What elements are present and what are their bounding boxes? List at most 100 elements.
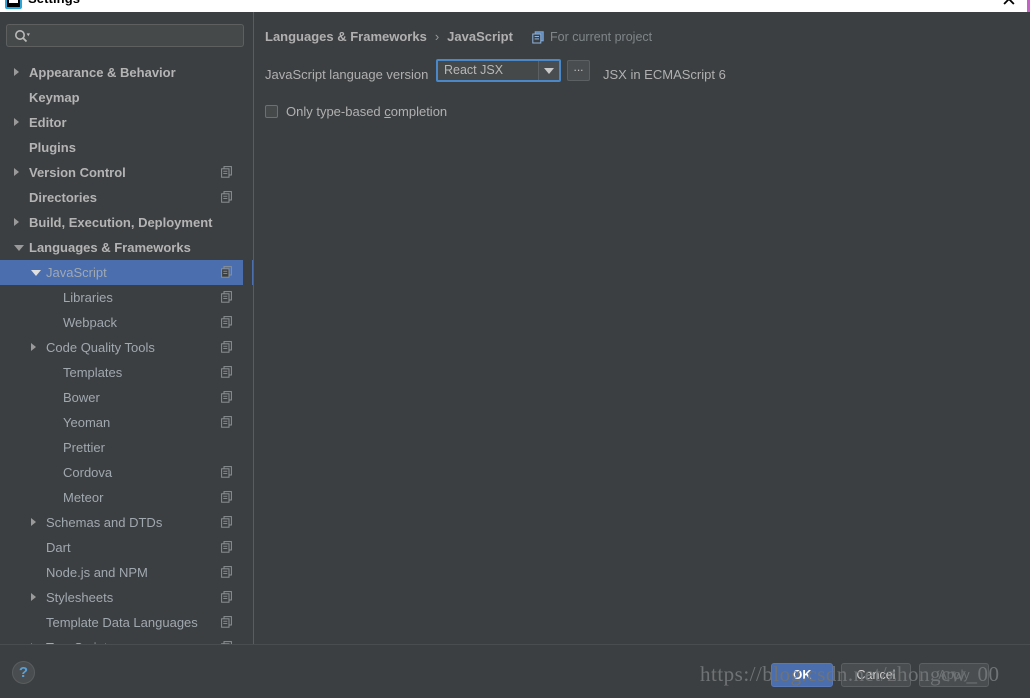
chevron-right-icon[interactable]	[14, 118, 19, 126]
sidebar-item-code-quality-tools[interactable]: Code Quality Tools	[0, 335, 253, 360]
chevron-right-icon[interactable]	[31, 593, 36, 601]
sidebar-item-build-execution-deployment[interactable]: Build, Execution, Deployment	[0, 210, 253, 235]
copy-scope-icon	[221, 566, 232, 578]
sidebar-item-directories[interactable]: Directories	[0, 185, 253, 210]
help-button[interactable]: ?	[12, 661, 35, 684]
chevron-down-icon[interactable]	[14, 245, 24, 251]
checkbox-label-pre: Only type-based	[286, 104, 385, 119]
copy-scope-icon	[532, 30, 544, 43]
sidebar-item-label: Editor	[29, 115, 67, 130]
browse-button[interactable]: ...	[567, 60, 590, 81]
search-box[interactable]	[6, 24, 244, 47]
sidebar-item-node-js-and-npm[interactable]: Node.js and NPM	[0, 560, 253, 585]
sidebar-item-prettier[interactable]: Prettier	[0, 435, 253, 460]
chevron-right-icon[interactable]	[31, 518, 36, 526]
copy-scope-icon	[221, 591, 232, 603]
sidebar-item-label: Prettier	[63, 440, 105, 455]
language-version-value: React JSX	[444, 63, 504, 77]
sidebar-item-appearance-behavior[interactable]: Appearance & Behavior	[0, 60, 253, 85]
settings-sidebar: Appearance & Behavior Keymap Editor Plugins…	[0, 12, 253, 644]
settings-dialog: Settings ✕ Appearance & Behavior Keymap Ed…	[0, 0, 1030, 698]
sidebar-item-label: Languages & Frameworks	[29, 240, 191, 255]
copy-scope-icon	[221, 616, 232, 628]
window-title: Settings	[28, 0, 80, 6]
sidebar-item-editor[interactable]: Editor	[0, 110, 253, 135]
search-icon	[15, 30, 30, 43]
chevron-down-icon[interactable]	[538, 61, 559, 80]
copy-scope-icon	[221, 366, 232, 378]
sidebar-item-bower[interactable]: Bower	[0, 385, 253, 410]
language-version-hint: JSX in ECMAScript 6	[603, 67, 726, 82]
sidebar-item-version-control[interactable]: Version Control	[0, 160, 253, 185]
sidebar-item-label: Version Control	[29, 165, 126, 180]
chevron-right-icon[interactable]	[14, 218, 19, 226]
sidebar-item-label: Node.js and NPM	[46, 565, 148, 580]
checkbox-label-post: ompletion	[390, 104, 448, 119]
copy-scope-icon	[221, 191, 232, 203]
watermark: https://blog.csdn.net/zhongcw_00	[700, 662, 1000, 686]
copy-scope-icon	[221, 541, 232, 553]
sidebar-item-label: Cordova	[63, 465, 113, 480]
settings-content: Languages & Frameworks › JavaScript For …	[254, 12, 1030, 644]
sidebar-item-javascript[interactable]: JavaScript	[0, 260, 253, 285]
sidebar-item-meteor[interactable]: Meteor	[0, 485, 253, 510]
sidebar-item-webpack[interactable]: Webpack	[0, 310, 253, 335]
chevron-right-icon[interactable]	[14, 68, 19, 76]
sidebar-item-dart[interactable]: Dart	[0, 535, 253, 560]
breadcrumb-current: JavaScript	[447, 29, 513, 44]
copy-scope-icon	[221, 416, 232, 428]
sidebar-item-typescript[interactable]: TypeScript	[0, 635, 253, 644]
sidebar-item-label: Appearance & Behavior	[29, 65, 176, 80]
sidebar-item-keymap[interactable]: Keymap	[0, 85, 253, 110]
copy-scope-icon	[221, 341, 232, 353]
copy-scope-icon	[221, 316, 232, 328]
breadcrumb-separator: ›	[434, 29, 440, 44]
breadcrumb: Languages & Frameworks › JavaScript	[265, 29, 513, 44]
only-type-based-completion-row[interactable]: Only type-based completion	[265, 104, 447, 119]
sidebar-item-templates[interactable]: Templates	[0, 360, 253, 385]
sidebar-item-template-data-languages[interactable]: Template Data Languages	[0, 610, 253, 635]
copy-scope-icon	[221, 466, 232, 478]
sidebar-item-label: Dart	[46, 540, 71, 555]
copy-scope-icon	[221, 516, 232, 528]
sidebar-scrollbar-track[interactable]	[243, 58, 252, 643]
only-type-based-completion-checkbox[interactable]	[265, 105, 278, 118]
sidebar-item-label: Templates	[63, 365, 123, 380]
sidebar-item-label: Schemas and DTDs	[46, 515, 163, 530]
project-scope-label: For current project	[550, 30, 653, 44]
copy-scope-icon	[221, 391, 232, 403]
settings-tree: Appearance & Behavior Keymap Editor Plugins…	[0, 60, 253, 644]
copy-scope-icon	[221, 291, 232, 303]
sidebar-item-plugins[interactable]: Plugins	[0, 135, 253, 160]
sidebar-item-schemas-and-dtds[interactable]: Schemas and DTDs	[0, 510, 253, 535]
sidebar-item-label: Webpack	[63, 315, 117, 330]
sidebar-item-libraries[interactable]: Libraries	[0, 285, 253, 310]
only-type-based-completion-label: Only type-based completion	[286, 104, 447, 119]
chevron-right-icon[interactable]	[14, 168, 19, 176]
sidebar-item-label: Stylesheets	[46, 590, 114, 605]
sidebar-item-label: Plugins	[29, 140, 76, 155]
sidebar-item-languages-frameworks[interactable]: Languages & Frameworks	[0, 235, 253, 260]
sidebar-item-yeoman[interactable]: Yeoman	[0, 410, 253, 435]
language-version-combobox[interactable]: React JSX	[436, 59, 561, 82]
settings-app-icon	[5, 0, 22, 9]
sidebar-item-cordova[interactable]: Cordova	[0, 460, 253, 485]
copy-scope-icon	[221, 266, 232, 278]
sidebar-item-label: Directories	[29, 190, 97, 205]
search-input[interactable]	[35, 25, 239, 46]
sidebar-item-label: TypeScript	[46, 635, 107, 644]
breadcrumb-parent[interactable]: Languages & Frameworks	[265, 29, 427, 44]
sidebar-item-label: Libraries	[63, 290, 113, 305]
title-bar: Settings ✕	[0, 0, 1030, 12]
sidebar-item-label: Yeoman	[63, 415, 111, 430]
copy-scope-icon	[221, 166, 232, 178]
chevron-right-icon[interactable]	[31, 343, 36, 351]
project-scope-badge: For current project	[532, 30, 652, 44]
chevron-down-icon[interactable]	[31, 270, 41, 276]
sidebar-item-label: Meteor	[63, 490, 104, 505]
sidebar-item-label: Template Data Languages	[46, 615, 198, 630]
sidebar-item-label: Build, Execution, Deployment	[29, 215, 213, 230]
language-version-label: JavaScript language version	[265, 67, 429, 82]
sidebar-item-label: Code Quality Tools	[46, 340, 155, 355]
sidebar-item-stylesheets[interactable]: Stylesheets	[0, 585, 253, 610]
